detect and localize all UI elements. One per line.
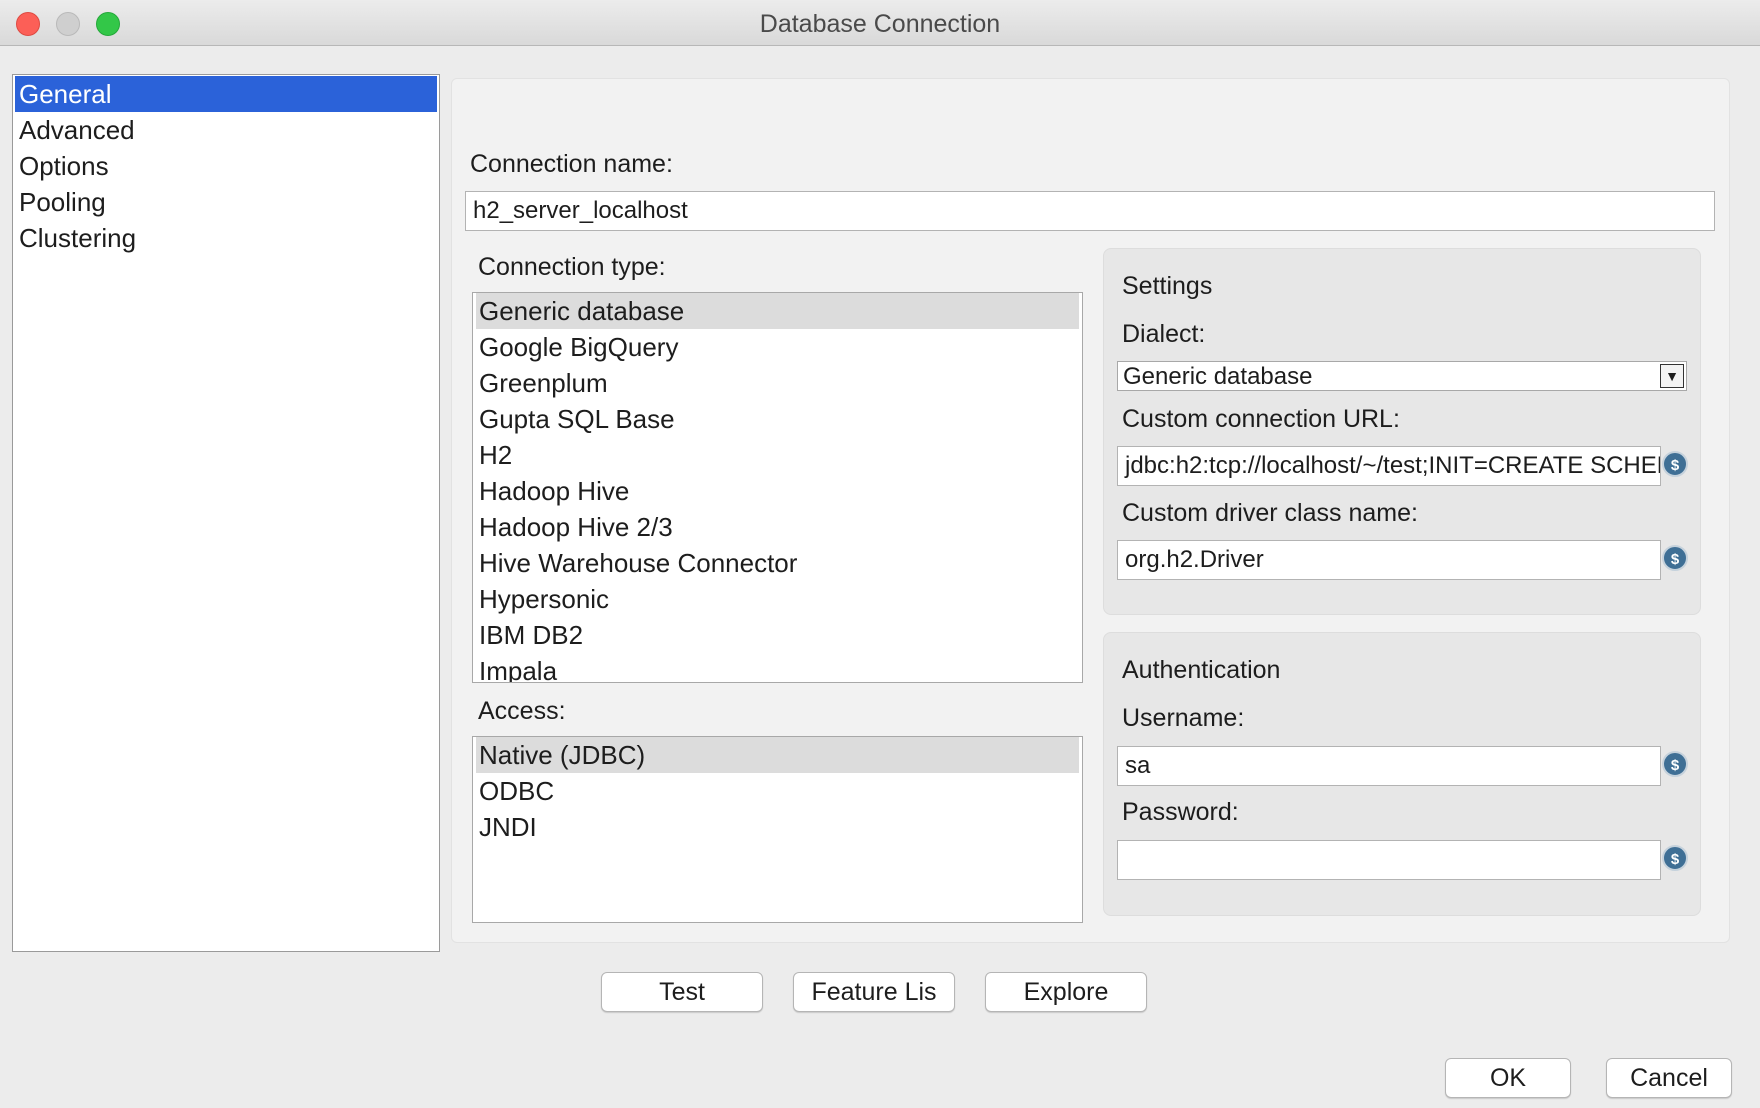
nav-item-pooling[interactable]: Pooling bbox=[13, 184, 439, 220]
dialect-value: Generic database bbox=[1123, 363, 1313, 390]
authentication-title: Authentication bbox=[1122, 656, 1281, 684]
connection-name-label: Connection name: bbox=[470, 150, 673, 178]
nav-item-advanced[interactable]: Advanced bbox=[13, 112, 439, 148]
settings-title: Settings bbox=[1122, 272, 1213, 300]
connection-type-item[interactable]: Gupta SQL Base bbox=[473, 401, 1082, 437]
connection-type-item[interactable]: H2 bbox=[473, 437, 1082, 473]
custom-url-label: Custom connection URL: bbox=[1122, 405, 1400, 433]
access-item[interactable]: Native (JDBC) bbox=[476, 737, 1079, 773]
nav-item-general[interactable]: General bbox=[15, 76, 437, 112]
connection-type-item[interactable]: Hadoop Hive 2/3 bbox=[473, 509, 1082, 545]
dialect-label: Dialect: bbox=[1122, 320, 1206, 348]
access-list[interactable]: Native (JDBC) ODBC JNDI bbox=[472, 736, 1083, 923]
window-title: Database Connection bbox=[759, 10, 1001, 38]
cancel-button[interactable]: Cancel bbox=[1606, 1058, 1732, 1098]
connection-type-label: Connection type: bbox=[478, 253, 666, 281]
driver-class-label: Custom driver class name: bbox=[1122, 499, 1418, 527]
explore-button[interactable]: Explore bbox=[985, 972, 1147, 1012]
connection-type-item[interactable]: Impala bbox=[473, 653, 1082, 682]
chevron-down-icon[interactable]: ▼ bbox=[1660, 364, 1684, 388]
variable-icon[interactable]: $ bbox=[1662, 451, 1688, 477]
connection-name-input[interactable]: h2_server_localhost bbox=[465, 191, 1715, 231]
access-item[interactable]: ODBC bbox=[473, 773, 1082, 809]
connection-type-item[interactable]: Generic database bbox=[476, 293, 1079, 329]
connection-type-list[interactable]: Generic database Google BigQuery Greenpl… bbox=[472, 292, 1083, 683]
title-bar: Database Connection bbox=[0, 0, 1760, 46]
connection-type-item[interactable]: Greenplum bbox=[473, 365, 1082, 401]
dialect-select[interactable]: Generic database ▼ bbox=[1117, 361, 1687, 391]
nav-item-clustering[interactable]: Clustering bbox=[13, 220, 439, 256]
connection-type-item[interactable]: Hypersonic bbox=[473, 581, 1082, 617]
connection-type-item[interactable]: IBM DB2 bbox=[473, 617, 1082, 653]
feature-list-button[interactable]: Feature Lis bbox=[793, 972, 955, 1012]
variable-icon[interactable]: $ bbox=[1662, 545, 1688, 571]
nav-item-options[interactable]: Options bbox=[13, 148, 439, 184]
username-input[interactable]: sa bbox=[1117, 746, 1661, 786]
password-label: Password: bbox=[1122, 798, 1239, 826]
variable-icon[interactable]: $ bbox=[1662, 845, 1688, 871]
sidebar-nav: General Advanced Options Pooling Cluster… bbox=[12, 74, 440, 952]
custom-url-input[interactable]: jdbc:h2:tcp://localhost/~/test;INIT=CREA… bbox=[1117, 446, 1661, 486]
test-button[interactable]: Test bbox=[601, 972, 763, 1012]
variable-icon[interactable]: $ bbox=[1662, 751, 1688, 777]
connection-type-item[interactable]: Hadoop Hive bbox=[473, 473, 1082, 509]
access-label: Access: bbox=[478, 697, 566, 725]
ok-button[interactable]: OK bbox=[1445, 1058, 1571, 1098]
connection-type-item[interactable]: Google BigQuery bbox=[473, 329, 1082, 365]
connection-type-item[interactable]: Hive Warehouse Connector bbox=[473, 545, 1082, 581]
username-label: Username: bbox=[1122, 704, 1245, 732]
driver-class-input[interactable]: org.h2.Driver bbox=[1117, 540, 1661, 580]
access-item[interactable]: JNDI bbox=[473, 809, 1082, 845]
password-input[interactable] bbox=[1117, 840, 1661, 880]
